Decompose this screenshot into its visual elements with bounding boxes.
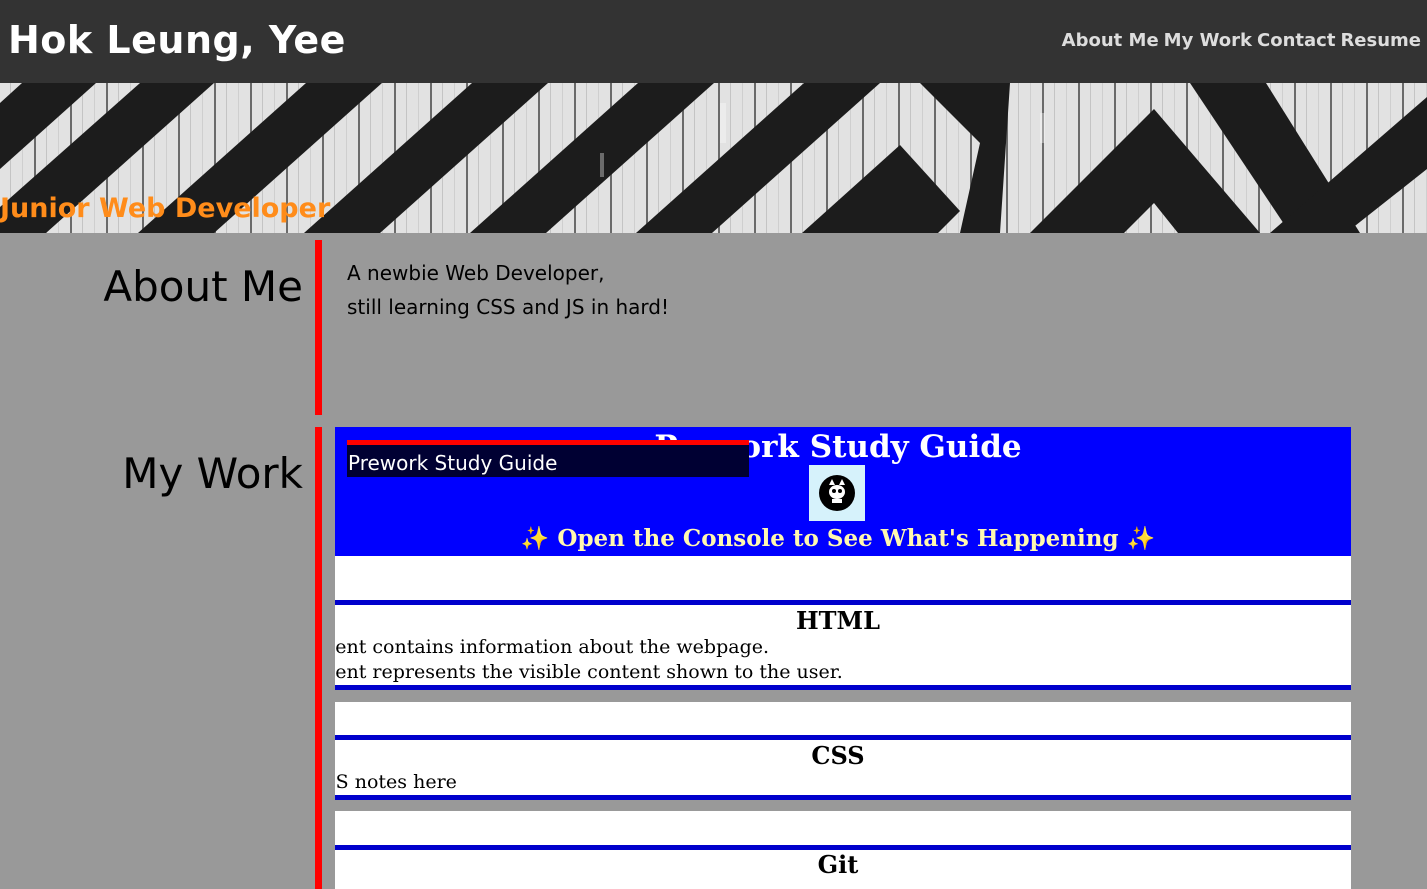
my-work-divider — [315, 427, 322, 889]
nav-link-my-work[interactable]: My Work — [1164, 30, 1252, 51]
nav-link-about-me[interactable]: About Me — [1062, 30, 1159, 51]
preview-text-line: nent represents the visible content show… — [335, 661, 843, 683]
preview-text-line: nent contains information about the webp… — [335, 636, 770, 658]
about-me-text: A newbie Web Developer, still learning C… — [347, 256, 669, 324]
preview-heading-git: Git — [817, 850, 859, 879]
about-me-line-1: A newbie Web Developer, — [347, 261, 605, 285]
preview-section-divider — [335, 795, 1351, 800]
preview-section-divider — [335, 735, 1351, 740]
nav-link-contact[interactable]: Contact — [1257, 30, 1335, 51]
project-label-text: Prework Study Guide — [348, 451, 558, 475]
nav-link-resume[interactable]: Resume — [1340, 30, 1421, 51]
cat-skull-icon — [819, 475, 855, 511]
hero-tagline: Junior Web Developer — [0, 193, 331, 224]
preview-section-divider — [335, 600, 1351, 605]
nav-menu: About Me My Work Contact Resume — [1062, 30, 1421, 51]
site-name: Hok Leung, Yee — [8, 18, 346, 62]
preview-heading-html: HTML — [796, 606, 880, 635]
project-label[interactable]: Prework Study Guide — [347, 440, 749, 477]
preview-subtitle: ✨ Open the Console to See What's Happeni… — [520, 525, 1156, 552]
about-me-heading: About Me — [103, 262, 303, 311]
preview-heading-css: CSS — [811, 741, 865, 770]
about-me-line-2: still learning CSS and JS in hard! — [347, 295, 669, 319]
project-preview[interactable]: Prework Study Guide ✨ Open the Console t… — [335, 427, 1351, 889]
my-work-heading: My Work — [122, 449, 303, 498]
top-navbar: Hok Leung, Yee About Me My Work Contact … — [0, 0, 1427, 83]
preview-text-line: SS notes here — [335, 771, 457, 793]
preview-section-divider — [335, 685, 1351, 690]
preview-logo — [809, 465, 865, 521]
hero-banner: Junior Web Developer — [0, 83, 1427, 233]
about-me-divider — [315, 240, 322, 415]
